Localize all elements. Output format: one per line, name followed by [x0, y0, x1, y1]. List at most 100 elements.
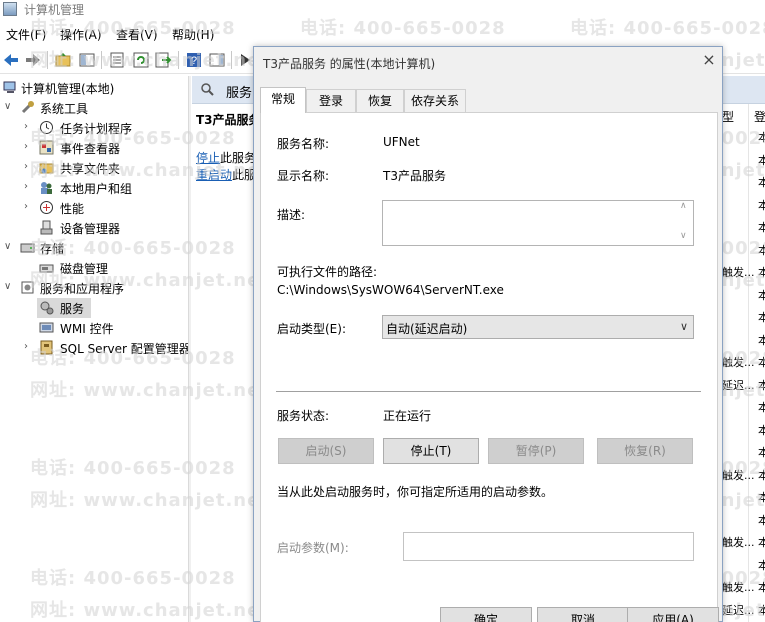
window-title: 计算机管理 — [24, 3, 85, 17]
tab-general[interactable]: 常规 — [260, 87, 306, 113]
show-action-pane-icon[interactable] — [208, 51, 226, 69]
login-as-cell: 本 — [758, 603, 765, 617]
login-as-cell: 本 — [758, 513, 765, 527]
performance-icon — [40, 201, 53, 214]
menu-bar: 文件(F) 操作(A) 查看(V) 帮助(H) — [0, 22, 765, 44]
display-name-label: 显示名称: — [277, 169, 330, 183]
startup-type-cell: 触发... — [722, 266, 755, 279]
login-as-cell: 本 — [758, 558, 765, 572]
stop-service-link[interactable]: 停止 — [196, 151, 220, 165]
start-params-input[interactable] — [403, 532, 694, 561]
services-apps-icon — [21, 281, 34, 294]
chevron-right-icon[interactable]: › — [24, 121, 34, 132]
tab-recovery[interactable]: 恢复 — [356, 89, 404, 113]
start-params-hint: 当从此处启动服务时，你可指定所适用的启动参数。 — [277, 485, 554, 499]
apply-button[interactable]: 应用(A) — [627, 607, 719, 622]
login-as-cell: 本 — [758, 468, 765, 482]
login-as-cell: 本 — [758, 266, 765, 279]
tree-item-wmi[interactable]: WMI 控件 — [0, 318, 188, 338]
chevron-right-icon[interactable]: › — [24, 141, 34, 152]
tree-item-services[interactable]: 服务 — [37, 298, 91, 318]
restart-service-link[interactable]: 重启动 — [196, 168, 232, 182]
tree-item-storage[interactable]: ∨ 存储 — [0, 238, 188, 258]
tree-item-label: 共享文件夹 — [60, 162, 121, 176]
wmi-icon — [39, 322, 54, 333]
sql-server-icon — [40, 340, 53, 355]
startup-type-select[interactable]: 自动(延迟启动) ∨ — [382, 315, 694, 339]
tree-item-system-tools[interactable]: ∨ 系统工具 — [0, 98, 188, 118]
back-arrow-icon[interactable] — [2, 51, 20, 69]
description-scrollbar[interactable]: ∧ ∨ — [677, 201, 693, 245]
pause-button[interactable]: 暂停(P) — [488, 438, 584, 464]
resume-button[interactable]: 恢复(R) — [597, 438, 693, 464]
chevron-down-icon[interactable]: ∨ — [4, 101, 14, 112]
menu-view[interactable]: 查看(V) — [116, 26, 158, 43]
tree-item-task-scheduler[interactable]: › 任务计划程序 — [0, 118, 188, 138]
menu-file[interactable]: 文件(F) — [6, 26, 46, 43]
start-button[interactable]: 启动(S) — [278, 438, 374, 464]
tree-item-shared-folders[interactable]: › 共享文件夹 — [0, 158, 188, 178]
stop-button[interactable]: 停止(T) — [383, 438, 479, 464]
tree-item-device-manager[interactable]: 设备管理器 — [0, 218, 188, 238]
tree-item-disk-management[interactable]: 磁盘管理 — [0, 258, 188, 278]
tree-item-local-users[interactable]: › 本地用户和组 — [0, 178, 188, 198]
disk-management-icon — [39, 264, 54, 273]
login-as-cell: 本 — [758, 243, 765, 257]
login-as-cell: 本 — [758, 333, 765, 347]
menu-help[interactable]: 帮助(H) — [172, 26, 214, 43]
startup-type-cell: 延迟... — [722, 378, 755, 392]
close-icon[interactable]: × — [701, 52, 717, 68]
column-header-startup-type[interactable]: 型 — [722, 108, 734, 125]
tree-item-label: 性能 — [60, 202, 85, 216]
tree-item-services-apps[interactable]: ∨ 服务和应用程序 — [0, 278, 188, 298]
show-tree-icon[interactable] — [78, 51, 96, 69]
cancel-button[interactable]: 取消 — [537, 607, 629, 622]
display-name-value: T3产品服务 — [383, 169, 446, 183]
startup-type-label: 启动类型(E): — [277, 322, 346, 336]
start-service-icon[interactable] — [236, 51, 254, 69]
login-as-cell: 本 — [758, 221, 765, 234]
description-label: 描述: — [277, 208, 306, 222]
chevron-up-icon[interactable]: ∧ — [680, 201, 687, 211]
export-list-icon[interactable] — [154, 51, 172, 69]
toolbar-separator — [47, 51, 48, 69]
up-folder-icon[interactable] — [54, 51, 72, 69]
tree-item-sql-server[interactable]: › SQL Server 配置管理器 — [0, 338, 191, 358]
device-manager-icon — [40, 220, 53, 235]
divider — [276, 391, 701, 392]
help-icon[interactable]: ? — [185, 51, 203, 69]
login-as-cell: 本 — [758, 176, 765, 189]
chevron-down-icon[interactable]: ∨ — [4, 281, 14, 292]
menu-action[interactable]: 操作(A) — [60, 26, 102, 43]
chevron-down-icon[interactable]: ∨ — [680, 231, 687, 241]
chevron-right-icon[interactable]: › — [24, 181, 34, 192]
tree-item-label: 本地用户和组 — [60, 182, 133, 196]
toolbar-separator — [101, 51, 102, 69]
start-params-label: 启动参数(M): — [277, 541, 349, 555]
tree-item-label: 磁盘管理 — [60, 262, 109, 276]
stop-service-link-row: 停止此服务 — [196, 149, 256, 166]
startup-type-cell: 触发... — [722, 356, 755, 369]
login-as-cell: 本 — [758, 288, 765, 302]
chevron-down-icon[interactable]: ∨ — [4, 241, 14, 252]
tree-item-label: 事件查看器 — [60, 142, 121, 156]
properties-icon[interactable] — [108, 51, 126, 69]
startup-type-cell: 触发... — [722, 468, 755, 482]
pane-splitter[interactable] — [188, 76, 191, 622]
tree-item-root[interactable]: 计算机管理(本地) — [0, 78, 188, 98]
tree-item-event-viewer[interactable]: › 事件查看器 — [0, 138, 188, 158]
chevron-right-icon[interactable]: › — [24, 341, 34, 352]
refresh-icon[interactable] — [132, 51, 150, 69]
users-icon — [41, 182, 52, 194]
chevron-right-icon[interactable]: › — [24, 201, 34, 212]
ok-button[interactable]: 确定 — [440, 607, 532, 622]
column-header-login-as[interactable]: 登 — [754, 108, 765, 125]
description-field[interactable]: ∧ ∨ — [382, 200, 694, 246]
chevron-right-icon[interactable]: › — [24, 161, 34, 172]
tab-logon[interactable]: 登录 — [306, 89, 356, 113]
tab-dependencies[interactable]: 依存关系 — [404, 89, 466, 113]
tree-item-performance[interactable]: › 性能 — [0, 198, 188, 218]
tree-item-label: 计算机管理(本地) — [21, 82, 115, 96]
chevron-down-icon: ∨ — [679, 320, 688, 333]
forward-arrow-icon[interactable] — [24, 51, 42, 69]
